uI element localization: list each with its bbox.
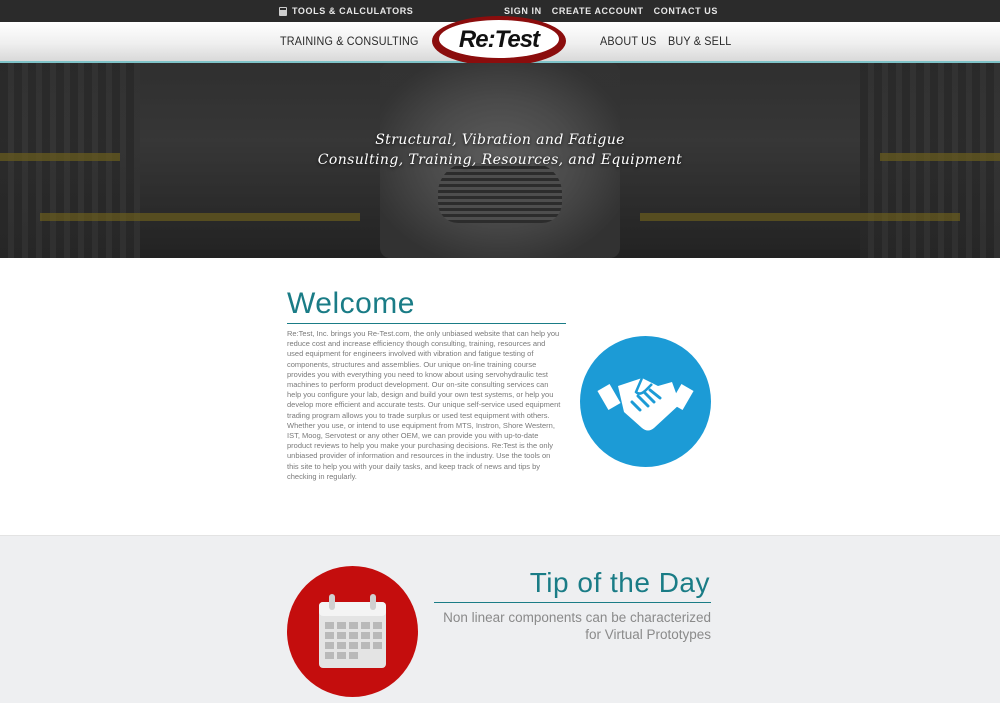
- logo-text: Re:Test: [459, 26, 541, 53]
- contact-us-link[interactable]: CONTACT US: [654, 6, 718, 16]
- retest-logo[interactable]: Re:Test: [430, 14, 568, 68]
- nav-buy-sell[interactable]: BUY & SELL: [668, 34, 731, 48]
- hero-tagline-line2: Consulting, Training, Resources, and Equ…: [317, 152, 683, 168]
- welcome-body-text: Re:Test, Inc. brings you Re-Test.com, th…: [287, 329, 561, 481]
- calendar-icon: [319, 594, 386, 668]
- tip-divider: [434, 602, 711, 603]
- calculator-icon: [279, 6, 287, 16]
- handshake-badge: [580, 336, 711, 467]
- tip-heading: Tip of the Day: [529, 567, 710, 598]
- calendar-badge: [287, 566, 418, 697]
- welcome-divider: [287, 323, 566, 324]
- tools-calculators-link[interactable]: TOOLS & CALCULATORS: [279, 0, 413, 22]
- nav-about-us[interactable]: ABOUT US: [600, 34, 656, 48]
- hero-banner: Structural, Vibration and Fatigue Consul…: [0, 63, 1000, 258]
- handshake-icon: [597, 377, 694, 431]
- tip-text: Non linear components can be characteriz…: [443, 610, 711, 642]
- tools-calculators-label: TOOLS & CALCULATORS: [292, 6, 414, 16]
- nav-training-consulting[interactable]: TRAINING & CONSULTING: [280, 34, 419, 48]
- hero-tagline-line1: Structural, Vibration and Fatigue: [375, 132, 625, 148]
- welcome-heading: Welcome: [287, 287, 415, 320]
